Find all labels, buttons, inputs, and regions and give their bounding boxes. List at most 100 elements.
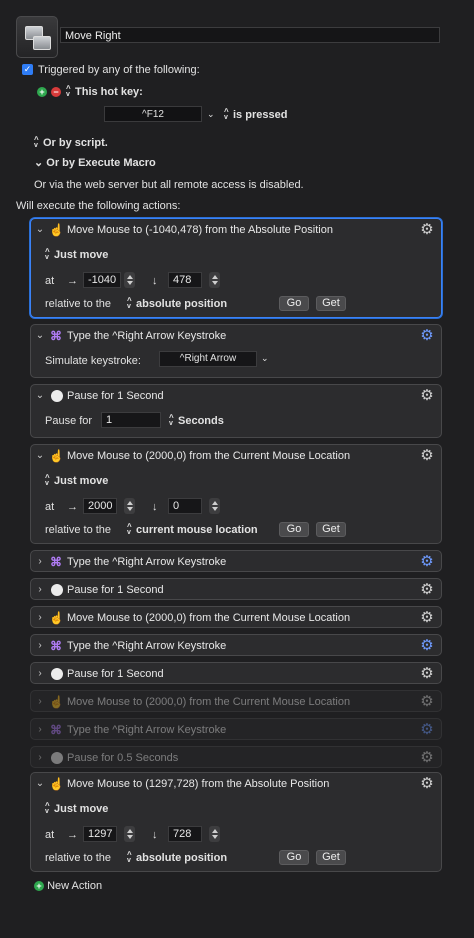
action-pause-3[interactable]: › Pause for 1 Second ⚙ <box>30 662 442 684</box>
chevron-down-icon[interactable]: ⌄ <box>35 778 45 789</box>
or-by-script-popup[interactable]: Or by script. <box>34 135 108 149</box>
x-stepper[interactable] <box>124 826 135 842</box>
pause-unit-popup[interactable]: Seconds <box>169 413 224 427</box>
chevron-right-icon[interactable]: › <box>35 696 45 707</box>
add-trigger-icon[interactable]: + <box>37 87 47 97</box>
x-stepper[interactable] <box>124 498 135 514</box>
macro-icon[interactable] <box>16 16 58 58</box>
hotkey-chevron-icon[interactable]: ⌄ <box>207 109 215 120</box>
hotkey-field[interactable]: ^F12 <box>104 106 202 122</box>
action-move-mouse-5[interactable]: ⌄ ☝ Move Mouse to (1297,728) from the Ab… <box>30 772 442 872</box>
move-mode-popup[interactable]: Just move <box>45 473 108 487</box>
y-stepper[interactable] <box>209 272 220 288</box>
gear-icon[interactable]: ⚙ <box>419 694 435 710</box>
action-pause-1[interactable]: ⌄ Pause for 1 Second ⚙ Pause for 1 Secon… <box>30 384 442 438</box>
chevron-right-icon[interactable]: › <box>35 556 45 567</box>
move-mode-label: Just move <box>54 249 109 261</box>
keystroke-field[interactable]: ^Right Arrow <box>159 351 257 367</box>
get-button[interactable]: Get <box>316 296 346 311</box>
chevron-right-icon[interactable]: › <box>35 752 45 763</box>
updown-icon <box>224 107 230 121</box>
action-type-keystroke-3[interactable]: › ⌘ Type the ^Right Arrow Keystroke ⚙ <box>30 634 442 656</box>
chevron-down-icon[interactable]: ⌄ <box>35 224 45 235</box>
simulate-keystroke-label: Simulate keystroke: <box>45 355 141 367</box>
action-move-mouse-1[interactable]: ⌄ ☝ Move Mouse to (-1040,478) from the A… <box>30 218 442 318</box>
down-arrow-icon: ↓ <box>152 501 158 513</box>
action-type-keystroke-4-disabled[interactable]: › ⌘ Type the ^Right Arrow Keystroke ⚙ <box>30 718 442 740</box>
web-server-note: Or via the web server but all remote acc… <box>34 179 304 191</box>
updown-icon <box>45 801 51 815</box>
new-action-button[interactable]: + New Action <box>34 880 102 892</box>
gear-icon[interactable]: ⚙ <box>419 750 435 766</box>
at-label: at <box>45 501 55 513</box>
gear-icon[interactable]: ⚙ <box>419 666 435 682</box>
action-title: Move Mouse to (2000,0) from the Current … <box>67 696 351 708</box>
chevron-right-icon[interactable]: › <box>35 584 45 595</box>
or-by-execute-macro[interactable]: ⌄ Or by Execute Macro <box>34 156 156 169</box>
clock-icon <box>51 752 63 764</box>
x-stepper[interactable] <box>124 272 135 288</box>
chevron-right-icon[interactable]: › <box>35 668 45 679</box>
hotkey-trigger-popup[interactable]: This hot key: <box>66 84 143 98</box>
chevron-down-icon[interactable]: ⌄ <box>35 390 45 401</box>
get-button[interactable]: Get <box>316 522 346 537</box>
gear-icon[interactable]: ⚙ <box>419 328 435 344</box>
gear-icon[interactable]: ⚙ <box>419 222 435 238</box>
action-move-mouse-4-disabled[interactable]: › ☝ Move Mouse to (2000,0) from the Curr… <box>30 690 442 712</box>
clock-icon <box>51 668 63 680</box>
relative-position-popup[interactable]: absolute position <box>127 850 227 864</box>
x-coordinate-input[interactable]: 2000 <box>83 498 117 514</box>
macro-name-field[interactable]: Move Right <box>60 27 440 43</box>
go-button[interactable]: Go <box>279 296 309 311</box>
trigger-checkbox[interactable]: ✓ <box>22 64 33 75</box>
move-mode-popup[interactable]: Just move <box>45 247 109 261</box>
chevron-right-icon[interactable]: › <box>35 640 45 651</box>
x-coordinate-input[interactable]: 1297 <box>83 826 117 842</box>
y-stepper[interactable] <box>209 498 220 514</box>
relative-position-popup[interactable]: absolute position <box>127 296 228 310</box>
go-button[interactable]: Go <box>279 522 309 537</box>
chevron-right-icon[interactable]: › <box>35 724 45 735</box>
right-arrow-icon: → <box>67 829 78 841</box>
x-coordinate-input[interactable]: -1040 <box>83 272 121 288</box>
chevron-down-icon[interactable]: ⌄ <box>35 450 45 461</box>
gear-icon[interactable]: ⚙ <box>419 582 435 598</box>
chevron-right-icon[interactable]: › <box>35 612 45 623</box>
chevron-down-icon[interactable]: ⌄ <box>35 330 45 341</box>
hotkey-state-popup[interactable]: is pressed <box>224 107 287 121</box>
get-button[interactable]: Get <box>316 850 346 865</box>
gear-icon[interactable]: ⚙ <box>419 638 435 654</box>
remove-trigger-icon[interactable]: − <box>51 87 61 97</box>
action-move-mouse-2[interactable]: ⌄ ☝ Move Mouse to (2000,0) from the Curr… <box>30 444 442 544</box>
y-coordinate-input[interactable]: 478 <box>168 272 202 288</box>
pause-duration-input[interactable]: 1 <box>101 412 161 428</box>
go-button[interactable]: Go <box>279 850 309 865</box>
action-pause-2[interactable]: › Pause for 1 Second ⚙ <box>30 578 442 600</box>
gear-icon[interactable]: ⚙ <box>419 388 435 404</box>
action-title: Type the ^Right Arrow Keystroke <box>67 724 227 736</box>
move-mode-popup[interactable]: Just move <box>45 801 108 815</box>
clock-icon <box>51 390 63 402</box>
chevron-down-icon: ⌄ <box>34 157 47 169</box>
relative-position-popup[interactable]: current mouse location <box>127 522 258 536</box>
y-coordinate-input[interactable]: 0 <box>168 498 202 514</box>
mouse-click-icon: ☝ <box>49 777 64 791</box>
y-stepper[interactable] <box>209 826 220 842</box>
action-type-keystroke-1[interactable]: ⌄ ⌘ Type the ^Right Arrow Keystroke ⚙ Si… <box>30 324 442 378</box>
y-coordinate-input[interactable]: 728 <box>168 826 202 842</box>
keystroke-chevron-icon[interactable]: ⌄ <box>261 353 269 364</box>
gear-icon[interactable]: ⚙ <box>419 554 435 570</box>
action-move-mouse-3[interactable]: › ☝ Move Mouse to (2000,0) from the Curr… <box>30 606 442 628</box>
gear-icon[interactable]: ⚙ <box>419 776 435 792</box>
relative-position-label: current mouse location <box>136 524 258 536</box>
relative-position-label: absolute position <box>136 298 228 310</box>
action-type-keystroke-2[interactable]: › ⌘ Type the ^Right Arrow Keystroke ⚙ <box>30 550 442 572</box>
gear-icon[interactable]: ⚙ <box>419 722 435 738</box>
action-pause-4-disabled[interactable]: › Pause for 0.5 Seconds ⚙ <box>30 746 442 768</box>
action-title: Move Mouse to (2000,0) from the Current … <box>67 450 351 462</box>
at-label: at <box>45 829 55 841</box>
gear-icon[interactable]: ⚙ <box>419 448 435 464</box>
updown-icon <box>127 850 133 864</box>
mouse-click-icon: ☝ <box>49 449 64 463</box>
gear-icon[interactable]: ⚙ <box>419 610 435 626</box>
